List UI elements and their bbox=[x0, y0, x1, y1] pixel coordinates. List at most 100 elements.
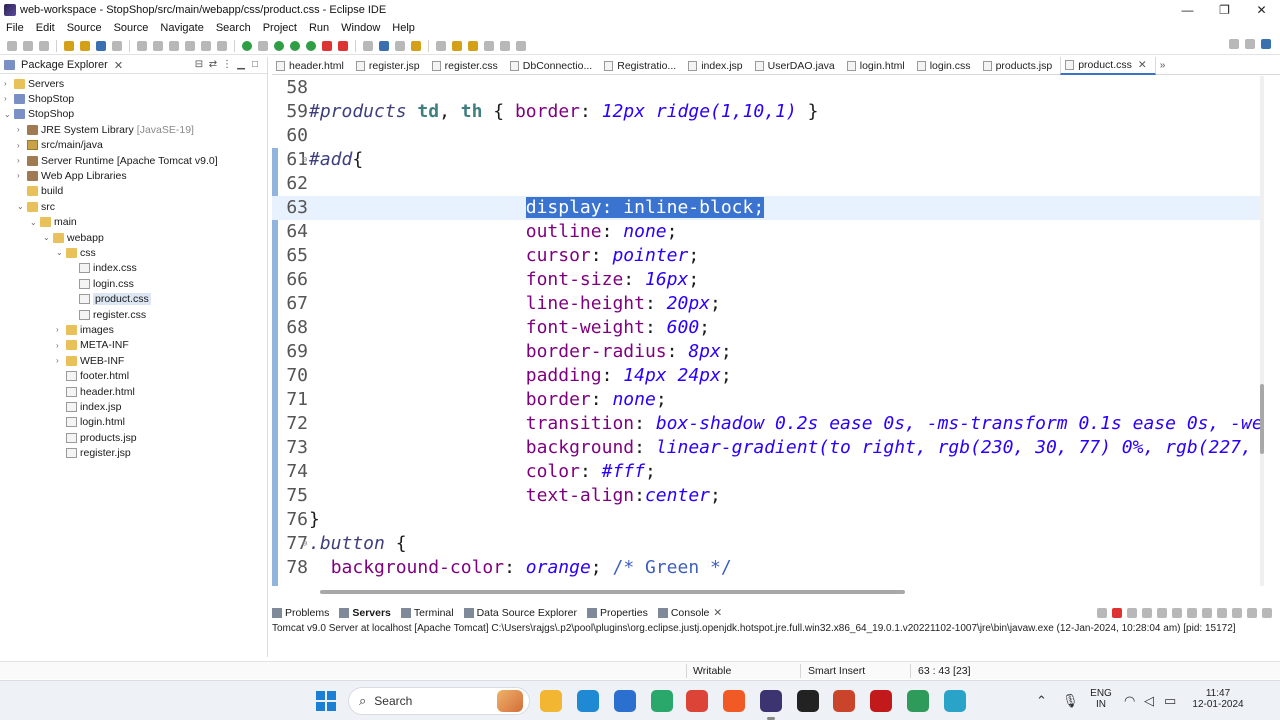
code-line[interactable]: 69 border-radius: 8px; bbox=[272, 340, 1260, 364]
view-tab-terminal[interactable]: Terminal bbox=[400, 607, 454, 619]
expand-arrow-icon[interactable]: › bbox=[17, 156, 27, 165]
maximize-view-icon[interactable]: □ bbox=[249, 59, 261, 70]
expand-arrow-icon[interactable]: ⌄ bbox=[30, 218, 40, 227]
maximize-view-icon[interactable] bbox=[1262, 608, 1272, 618]
pin-console-icon[interactable] bbox=[1097, 608, 1107, 618]
code-line[interactable]: 70 padding: 14px 24px; bbox=[272, 364, 1260, 388]
save-icon[interactable] bbox=[23, 40, 33, 51]
new-class-icon[interactable] bbox=[395, 40, 405, 51]
debug-icon[interactable] bbox=[258, 40, 268, 51]
undo-icon[interactable] bbox=[64, 40, 74, 51]
expand-arrow-icon[interactable]: › bbox=[56, 341, 66, 350]
wifi-icon[interactable]: ◠ bbox=[1124, 693, 1135, 709]
expand-arrow-icon[interactable]: › bbox=[4, 79, 14, 88]
battery-icon[interactable]: ▭ bbox=[1164, 693, 1176, 709]
open-type-icon[interactable] bbox=[411, 40, 421, 51]
chrome-icon[interactable] bbox=[686, 690, 708, 712]
tree-item[interactable]: ⌄ StopShop bbox=[4, 107, 74, 122]
edge-icon[interactable] bbox=[577, 690, 599, 712]
editor-tab[interactable]: DbConnectio... bbox=[506, 57, 600, 75]
code-line[interactable]: 62 bbox=[272, 172, 1260, 196]
new-java-project-icon[interactable] bbox=[363, 40, 373, 51]
tree-item[interactable]: › ShopStop bbox=[4, 91, 74, 106]
editor-tab[interactable]: header.html bbox=[272, 57, 352, 75]
expand-arrow-icon[interactable]: ⌄ bbox=[43, 233, 53, 242]
editor-vertical-scrollbar[interactable] bbox=[1260, 76, 1264, 586]
tree-item[interactable]: › images bbox=[56, 322, 114, 337]
terminate-icon[interactable] bbox=[169, 40, 179, 51]
acrobat-icon[interactable] bbox=[870, 690, 892, 712]
code-line[interactable]: 73 background: linear-gradient(to right,… bbox=[272, 436, 1260, 460]
coverage-icon[interactable] bbox=[290, 40, 300, 51]
menu-help[interactable]: Help bbox=[392, 22, 415, 34]
run-icon[interactable] bbox=[274, 40, 284, 51]
clock[interactable]: 11:47 12-01-2024 bbox=[1188, 688, 1248, 710]
scroll-thumb[interactable] bbox=[320, 590, 905, 594]
code-line[interactable]: 60 bbox=[272, 124, 1260, 148]
code-line[interactable]: 61 ⊖ #add{ bbox=[272, 148, 1260, 172]
expand-arrow-icon[interactable]: ⌄ bbox=[17, 202, 27, 211]
resume-icon[interactable] bbox=[137, 40, 147, 51]
code-line[interactable]: 78 background-color: orange; /* Green */ bbox=[272, 556, 1260, 580]
code-line[interactable]: 65 cursor: pointer; bbox=[272, 244, 1260, 268]
menu-run[interactable]: Run bbox=[309, 22, 329, 34]
minimize-button[interactable]: — bbox=[1169, 0, 1206, 20]
tree-item[interactable]: ⌄ src bbox=[17, 199, 55, 214]
tree-item[interactable]: index.css bbox=[69, 261, 137, 276]
powerpoint-icon[interactable] bbox=[833, 690, 855, 712]
editor-tab[interactable]: product.css ✕ bbox=[1060, 56, 1156, 75]
view-menu-icon[interactable]: ⋮ bbox=[221, 59, 233, 70]
editor-tab[interactable]: register.jsp bbox=[352, 57, 428, 75]
editor-tab[interactable]: login.html bbox=[843, 57, 913, 75]
speaker-icon[interactable]: ◁ bbox=[1144, 693, 1154, 709]
code-line[interactable]: 76} bbox=[272, 508, 1260, 532]
tree-item[interactable]: product.css bbox=[69, 292, 151, 307]
maximize-button[interactable]: ❐ bbox=[1206, 0, 1243, 20]
run-server-icon[interactable] bbox=[242, 40, 252, 51]
terminate-console-icon[interactable] bbox=[1112, 608, 1122, 618]
editor-tab[interactable]: UserDAO.java bbox=[751, 57, 843, 75]
expand-arrow-icon[interactable]: › bbox=[4, 94, 14, 103]
tree-item[interactable]: index.jsp bbox=[56, 399, 121, 414]
tree-item[interactable]: header.html bbox=[56, 384, 135, 399]
scroll-lock-icon[interactable] bbox=[1157, 608, 1167, 618]
expand-arrow-icon[interactable]: › bbox=[17, 171, 27, 180]
expand-arrow-icon[interactable]: › bbox=[56, 325, 66, 334]
tree-item[interactable]: › src/main/java bbox=[17, 138, 103, 153]
tree-item[interactable]: register.jsp bbox=[56, 446, 131, 461]
skip-breakpoints-icon[interactable] bbox=[112, 40, 122, 51]
tree-item[interactable]: register.css bbox=[69, 307, 146, 322]
terminal-icon[interactable] bbox=[96, 40, 106, 51]
suspend-icon[interactable] bbox=[153, 40, 163, 51]
code-line[interactable]: 75 text-align:center; bbox=[272, 484, 1260, 508]
eclipse-icon[interactable] bbox=[760, 690, 782, 720]
store-icon[interactable] bbox=[614, 690, 636, 712]
expand-arrow-icon[interactable]: › bbox=[17, 125, 27, 134]
editor-tab[interactable]: login.css bbox=[913, 57, 979, 75]
editor-tab[interactable]: register.css bbox=[428, 57, 506, 75]
notepad-icon[interactable] bbox=[944, 690, 966, 712]
external-tools-icon[interactable] bbox=[306, 40, 316, 51]
close-window-button[interactable]: ✕ bbox=[1243, 0, 1280, 20]
menu-edit[interactable]: Edit bbox=[36, 22, 55, 34]
code-line[interactable]: 74 color: #fff; bbox=[272, 460, 1260, 484]
microphone-icon[interactable]: 🎙 bbox=[1062, 693, 1079, 709]
code-line[interactable]: 66 font-size: 16px; bbox=[272, 268, 1260, 292]
expand-arrow-icon[interactable]: › bbox=[17, 141, 27, 150]
code-editor[interactable]: 58 59 #products td, th { border: 12px ridg… bbox=[272, 76, 1260, 586]
windows-start-button[interactable] bbox=[316, 691, 336, 711]
pin-editor-icon[interactable] bbox=[516, 40, 526, 51]
step-over-icon[interactable] bbox=[217, 40, 227, 51]
back-icon[interactable] bbox=[484, 40, 494, 51]
search-icon[interactable] bbox=[1229, 39, 1239, 49]
open-perspective-icon[interactable] bbox=[1245, 39, 1255, 49]
tree-item[interactable]: footer.html bbox=[56, 369, 129, 384]
show-stderr-icon[interactable] bbox=[1202, 608, 1212, 618]
link-editor-icon[interactable]: ⇄ bbox=[207, 59, 219, 70]
tree-item[interactable]: products.jsp bbox=[56, 430, 137, 445]
expand-arrow-icon[interactable]: ⌄ bbox=[4, 110, 14, 119]
remove-all-icon[interactable] bbox=[1142, 608, 1152, 618]
step-into-icon[interactable] bbox=[201, 40, 211, 51]
editor-tab[interactable]: Registratio... bbox=[600, 57, 684, 75]
code-line[interactable]: 63 display: inline-block; bbox=[272, 196, 1260, 220]
